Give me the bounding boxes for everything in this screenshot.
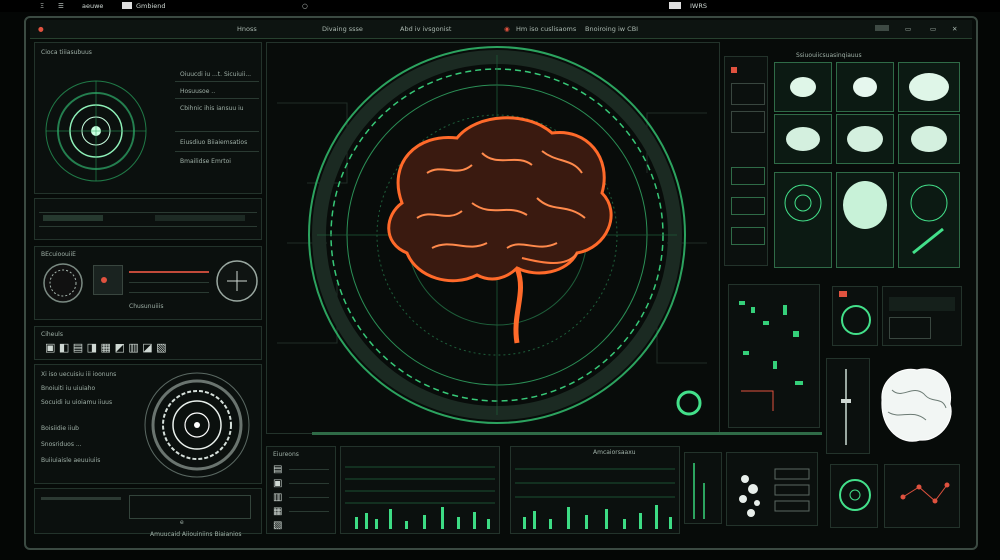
alert-dot-icon [101, 277, 107, 283]
signal-panel: Xi iso uecuisiu iii ioonuns Bnoiuiti iu … [34, 364, 262, 484]
device-title: BEcuioouiiE [41, 251, 76, 258]
sensor-icon [43, 263, 83, 303]
brain-tile-3[interactable] [898, 62, 960, 112]
list-row-3: Socuidi iu uioiamu iiuus [41, 399, 113, 406]
scan-overview-panel: Cioca tiiiasubuus Oiuucdi iu ...t. Sicui… [34, 42, 262, 194]
waveform-title: Amcaiorsaaxu [593, 449, 636, 456]
circuit-map-icon [739, 301, 803, 411]
status-text: aeuwe [82, 2, 104, 10]
panel-title: Cioca tiiiasubuus [41, 49, 92, 56]
minimize-icon[interactable]: ▭ [905, 25, 911, 33]
list-row-2: Bnoiuiti iu uiuiaho [41, 385, 96, 392]
brain-tile-large[interactable] [836, 172, 894, 268]
info-row-2: Hosuusoe .. [180, 88, 216, 95]
brain-icon [387, 116, 613, 344]
list-row-1: Xi iso uecuisiu iii ioonuns [41, 371, 117, 378]
radar-tile[interactable] [774, 172, 832, 268]
footer-caption: Amuucaid Aiiouiniins Biaianios [150, 531, 242, 538]
close-icon[interactable]: ✕ [952, 25, 957, 33]
mini-chart-panel [684, 452, 722, 524]
right-panel-title: Ssiuouiicsuasinqiauus [796, 52, 862, 59]
tab-2[interactable]: Divaing ssse [322, 25, 363, 33]
radial-scan-icon [45, 80, 147, 182]
metrics-panel [882, 286, 962, 346]
mini-thumb-3[interactable] [731, 167, 765, 185]
status-right: IWRS [690, 2, 707, 10]
mini-thumb-4[interactable] [731, 197, 765, 215]
brain-tile-2[interactable] [836, 62, 894, 112]
header-bar: ● Hnoss Divaing ssse Abd iv ivsgonist ◉ … [30, 20, 972, 39]
right-side-toolbar [724, 56, 768, 266]
brain-scan-visual [277, 46, 707, 424]
brain-tile-1[interactable] [774, 62, 832, 112]
system-status-bar: Ξ ☰ aeuwe Gmbiend ○ IWRS [0, 0, 1000, 12]
data-table-strip [34, 198, 262, 240]
mini-thumb-5[interactable] [731, 227, 765, 245]
target-panel [832, 286, 878, 346]
waveform-panel-2: Amcaiorsaaxu [510, 446, 680, 534]
file-icons[interactable]: ▤ ▣ ▥ ▦ ▧ [273, 463, 282, 533]
target-icon [841, 305, 871, 335]
bottom-radar-panel [830, 464, 878, 528]
brain-tile-4[interactable] [774, 114, 832, 164]
cell-cluster-icon [739, 468, 810, 517]
waveform-icon [345, 466, 495, 529]
brain-wireframe-icon [881, 368, 952, 442]
page-indicator: e [180, 519, 184, 526]
tab-4[interactable]: Hm iso cuslisaoms [516, 25, 576, 33]
tool-icons[interactable]: ▣ ◧ ▤ ◨ ▦ ◩ ▥ ◪ ▧ [45, 341, 167, 354]
info-row-3: Cbihnic ihis iansuu iu [180, 105, 244, 112]
waveform-icon-2 [515, 468, 675, 529]
grid-icon[interactable]: ☰ [58, 2, 64, 10]
maximize-icon[interactable]: ▭ [930, 25, 936, 33]
alert-indicator [731, 67, 737, 73]
signal-ring-icon [144, 372, 250, 478]
mini-thumb-1[interactable] [731, 83, 765, 105]
main-brain-viewport[interactable] [266, 42, 720, 434]
device-panel: BEcuioouiiE Chusunuiiis [34, 246, 262, 320]
info-row-1: Oiuucdi iu ...t. Sicuiuii... [180, 71, 252, 78]
record-dot-icon[interactable]: ● [38, 25, 44, 33]
battery-icon [669, 2, 681, 9]
circuit-map-panel [728, 284, 820, 428]
file-list-title: Eiureons [273, 451, 299, 458]
vertical-slider-panel [826, 358, 870, 454]
list-row-6: Buiiuiaisle aeuuiuiis [41, 457, 101, 464]
menu-icon[interactable]: Ξ [40, 2, 44, 10]
brain-tile-5[interactable] [836, 114, 894, 164]
slider-handle[interactable] [841, 399, 851, 403]
tool-strip: Ciheuls ▣ ◧ ▤ ◨ ▦ ◩ ▥ ◪ ▧ [34, 326, 262, 360]
table-cell-block-2 [155, 215, 245, 221]
table-cell-block [43, 215, 103, 221]
list-row-4: Boisiidie iiub [41, 425, 79, 432]
thumbnail[interactable] [93, 265, 123, 295]
network-icon [900, 482, 950, 504]
app-badge [122, 2, 132, 9]
window-control[interactable] [875, 25, 889, 31]
radar-icon [839, 479, 871, 511]
footer-panel: e [34, 488, 262, 534]
file-list-panel: Eiureons ▤ ▣ ▥ ▦ ▧ [266, 446, 336, 534]
tab-3[interactable]: Abd iv ivsgonist [400, 25, 452, 33]
line-tile[interactable] [898, 172, 960, 268]
progress-rail [312, 432, 822, 435]
gauge-icon [216, 260, 258, 302]
record-icon[interactable]: ○ [302, 2, 308, 10]
status-text-2: Gmbiend [136, 2, 166, 10]
alert-icon[interactable]: ◉ [504, 25, 510, 33]
info-row-5: Bmailidse Emrtoi [180, 158, 231, 165]
waveform-panel-1 [340, 446, 500, 534]
mini-thumb-2[interactable] [731, 111, 765, 133]
tab-5[interactable]: Bnoiroing iw CBI [585, 25, 638, 33]
list-row-5: Snosriduos ... [41, 441, 82, 448]
brain-tile-6[interactable] [898, 114, 960, 164]
network-panel [884, 464, 960, 528]
info-row-4: Eiusdiuo Biiaiemsatios [180, 139, 248, 146]
tool-strip-title: Ciheuls [41, 331, 63, 338]
cell-cluster-panel [726, 452, 818, 526]
tab-1[interactable]: Hnoss [237, 25, 257, 33]
device-caption: Chusunuiiis [129, 303, 164, 310]
